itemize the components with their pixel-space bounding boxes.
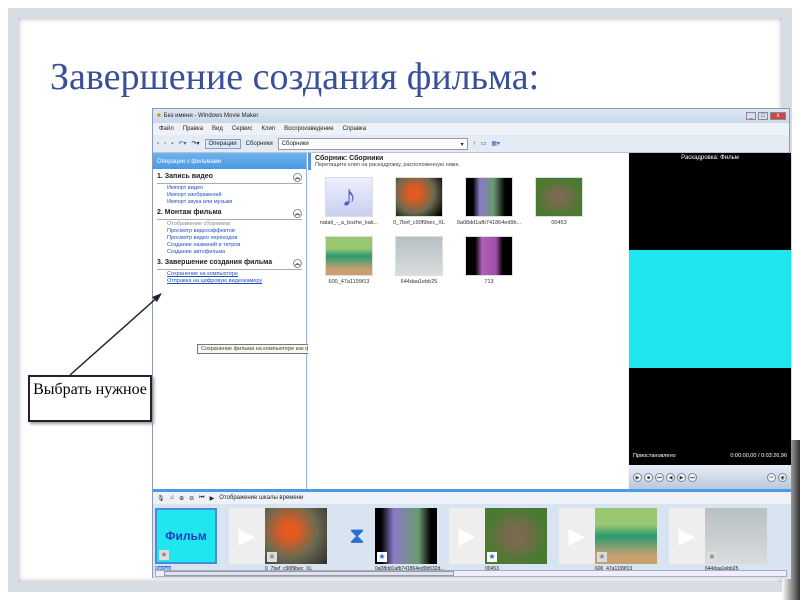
callout-arrow bbox=[69, 293, 162, 376]
callout-box: Выбрать нужное bbox=[28, 375, 152, 422]
